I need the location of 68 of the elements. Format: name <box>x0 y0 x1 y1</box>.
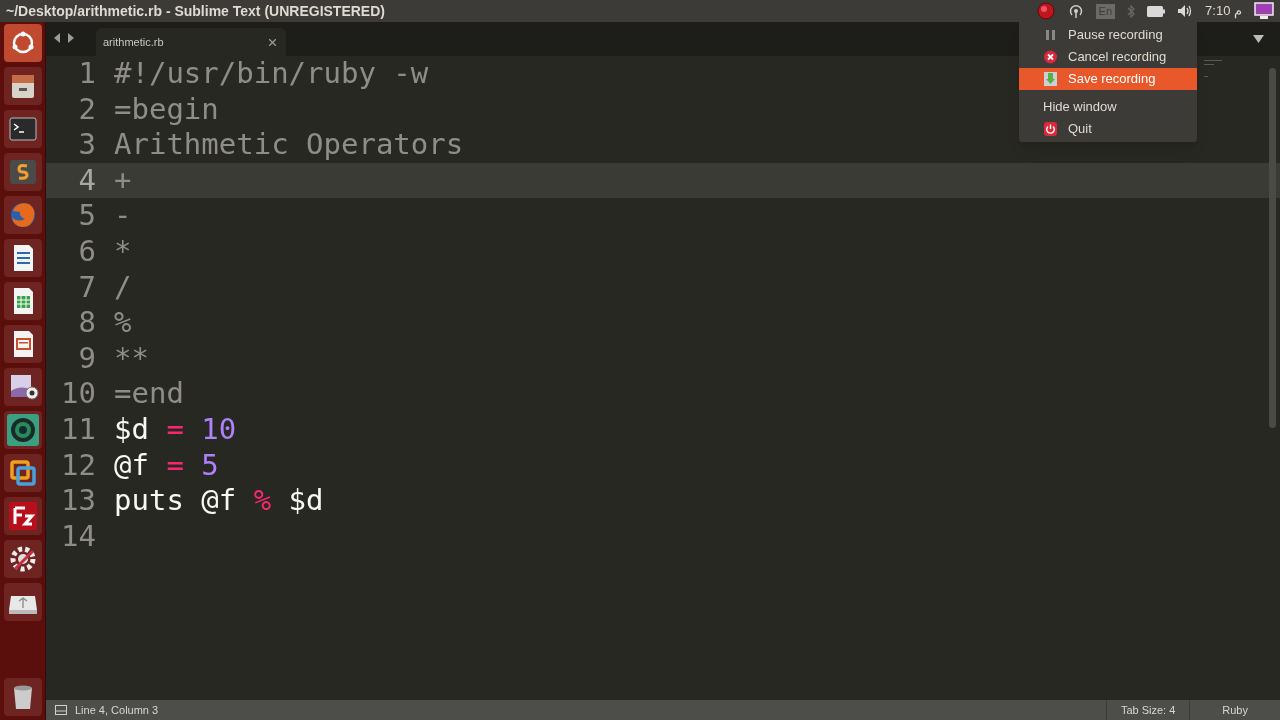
code-line: =end <box>114 376 184 412</box>
window-title: ~/Desktop/arithmetic.rb - Sublime Text (UNREGISTERED) <box>6 1 385 21</box>
menu-item[interactable]: Save recording <box>1019 68 1197 90</box>
ftp-client-icon[interactable] <box>3 497 42 535</box>
file-cabinet-icon[interactable] <box>3 67 42 105</box>
line-number: 4 <box>77 162 96 199</box>
line-number: 14 <box>60 518 96 555</box>
line-number: 11 <box>60 411 96 448</box>
network-icon[interactable] <box>1067 3 1084 19</box>
lens-icon[interactable] <box>3 411 42 449</box>
overlapping-squares-icon[interactable] <box>3 454 42 492</box>
code-editor-icon[interactable] <box>3 153 42 191</box>
syntax-selector[interactable]: Ruby <box>1189 700 1280 720</box>
line-number: 8 <box>77 305 96 341</box>
terminal-icon[interactable] <box>3 110 42 148</box>
forward-arrow-icon[interactable] <box>66 32 76 44</box>
usb-drive-icon[interactable] <box>3 583 42 621</box>
clock[interactable]: م 7:10 <box>1205 1 1242 21</box>
gear-icon[interactable] <box>3 540 42 578</box>
menu-item[interactable]: Hide window <box>1019 96 1197 118</box>
back-arrow-icon[interactable] <box>52 32 62 44</box>
code-line: @f = 5 <box>114 447 219 484</box>
cursor-position: Line 4, Column 3 <box>75 702 159 718</box>
file-tab[interactable]: arithmetic.rb <box>96 28 286 56</box>
code-line: puts @f % $d <box>114 483 324 519</box>
code-line: Arithmetic Operators <box>114 127 464 163</box>
browser-icon[interactable] <box>3 196 42 234</box>
power-icon <box>1043 121 1058 137</box>
code-line: + <box>114 162 132 199</box>
code-line: $d = 10 <box>114 411 237 448</box>
monitor-icon[interactable] <box>1254 2 1274 20</box>
code-line: ** <box>114 340 149 377</box>
pause-icon <box>1043 27 1058 43</box>
panel-toggle-icon[interactable] <box>55 705 67 715</box>
code-line: =begin <box>114 91 219 128</box>
line-number: 5 <box>77 198 96 234</box>
webcam-icon[interactable] <box>3 368 42 406</box>
line-number: 3 <box>77 127 96 163</box>
line-number: 10 <box>60 376 96 412</box>
line-number: 12 <box>60 447 96 484</box>
record-indicator-icon[interactable] <box>1035 1 1056 21</box>
close-icon[interactable] <box>269 38 276 46</box>
line-number: 1 <box>77 56 96 92</box>
line-number: 9 <box>77 340 96 377</box>
scrollbar[interactable] <box>1269 68 1276 428</box>
cancel-icon <box>1043 49 1058 65</box>
dropdown-caret-icon[interactable] <box>1253 35 1264 43</box>
line-number: 2 <box>77 91 96 128</box>
dash-icon[interactable] <box>3 24 42 62</box>
volume-icon[interactable] <box>1177 4 1194 18</box>
menu-item[interactable]: Pause recording <box>1019 24 1197 46</box>
code-line: / <box>114 269 132 306</box>
code-line: % <box>114 305 132 341</box>
line-number: 6 <box>77 233 96 270</box>
line-number: 7 <box>77 269 96 306</box>
spreadsheet-icon[interactable] <box>3 282 42 320</box>
code-line: #!/usr/bin/ruby -w <box>114 56 429 92</box>
code-line: * <box>114 233 132 270</box>
menu-item[interactable]: Cancel recording <box>1019 46 1197 68</box>
trash-icon[interactable] <box>3 678 42 716</box>
battery-icon[interactable] <box>1147 5 1166 17</box>
document-icon[interactable] <box>3 239 42 277</box>
menu-item[interactable]: Quit <box>1019 118 1197 140</box>
save-icon <box>1043 71 1058 87</box>
line-number: 13 <box>60 483 96 519</box>
tab-size-selector[interactable]: Tab Size: 4 <box>1105 700 1190 720</box>
code-line: - <box>114 198 132 234</box>
presentation-icon[interactable] <box>3 325 42 363</box>
